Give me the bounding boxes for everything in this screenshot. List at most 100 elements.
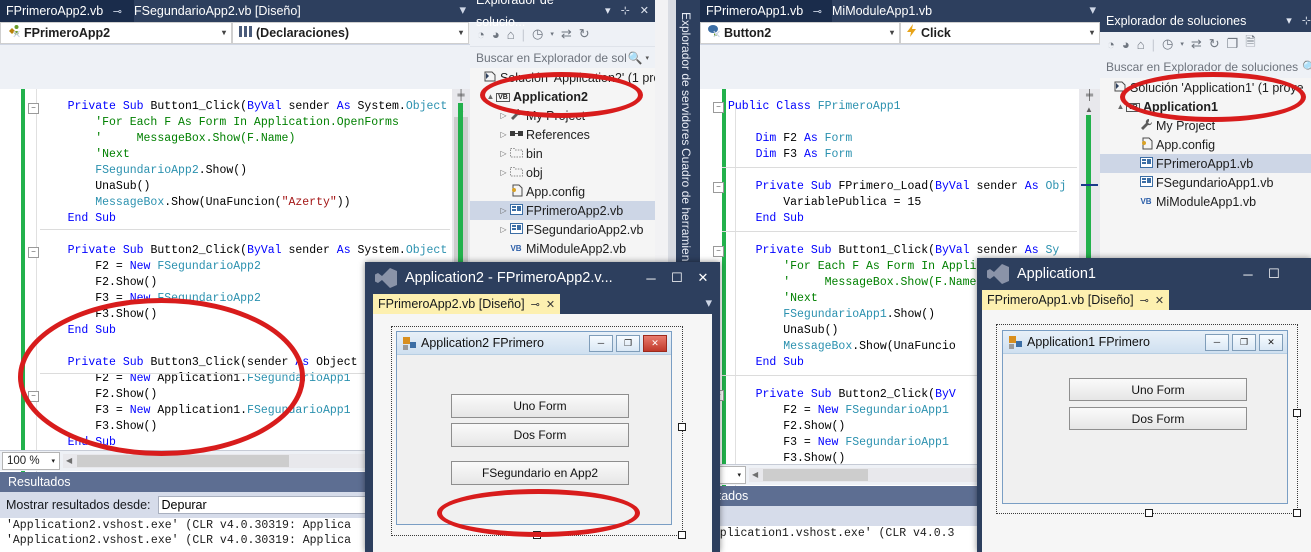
form-designer-surface-app1[interactable]: Application1 FPrimero ─ ❐ ✕ Uno Form Dos…	[982, 310, 1311, 552]
titlebar-application2[interactable]: Application2 - FPrimeroApp2.v... ─ ☐ ✕	[365, 262, 720, 294]
chevron-down-icon[interactable]: ▾	[1286, 10, 1292, 32]
close-icon[interactable]: ✕	[546, 298, 555, 311]
pin-icon[interactable]: ⊸	[113, 1, 122, 23]
pin-icon[interactable]: ⊹	[621, 0, 630, 22]
pin-icon[interactable]: ⊹	[1302, 10, 1311, 32]
scroll-left-icon[interactable]: ◀	[66, 456, 72, 465]
designer-tab-app1[interactable]: FPrimeroApp1.vb [Diseño] ⊸ ✕	[982, 290, 1170, 310]
chevron-down-icon[interactable]: ▾	[459, 2, 466, 18]
zoom-level-dropdown-left[interactable]: 100 % ▾	[2, 452, 60, 470]
home-icon[interactable]: ⌂	[507, 27, 515, 42]
maximize-button[interactable]: ☐	[664, 265, 690, 291]
minimize-button[interactable]: ─	[638, 265, 664, 291]
winform-minimize-button[interactable]: ─	[1205, 333, 1229, 351]
back-icon[interactable]: ◔	[477, 27, 485, 42]
back-icon[interactable]: ◔	[1107, 37, 1115, 52]
home-icon[interactable]: ⌂	[1137, 37, 1145, 52]
tab-mimoduleapp1[interactable]: MiModuleApp1.vb	[826, 0, 938, 22]
tab-fsegundarioapp2-design[interactable]: FSegundarioApp2.vb [Diseño]	[128, 0, 307, 22]
outline-collapse-icon[interactable]: −	[28, 247, 39, 258]
tab-fprimeroapp1[interactable]: FPrimeroApp1.vb ⊸ ✕	[700, 0, 832, 41]
forward-icon[interactable]: ◕	[1122, 37, 1130, 52]
event-dropdown-right[interactable]: Click ▾	[900, 22, 1100, 44]
resize-grip[interactable]	[678, 531, 686, 539]
resize-grip[interactable]	[678, 423, 686, 431]
designer-tab-app2[interactable]: FPrimeroApp2.vb [Diseño] ⊸ ✕	[373, 294, 561, 314]
pending-changes-icon[interactable]: ◷	[1162, 36, 1173, 52]
tab-fprimeroapp2[interactable]: FPrimeroApp2.vb ⊸ ✕	[0, 0, 134, 41]
tree-item-fprimeroapp2-vb[interactable]: ▷ FPrimeroApp2.vb	[470, 201, 655, 220]
collapse-icon[interactable]: ❐	[1227, 36, 1239, 52]
search-icon[interactable]: 🔍	[628, 51, 643, 65]
resize-grip[interactable]	[1293, 509, 1301, 517]
expander-icon[interactable]: ▷	[499, 111, 508, 120]
tree-item-fsegundarioapp1-vb[interactable]: FSegundarioApp1.vb	[1100, 173, 1311, 192]
expander-icon[interactable]: ▷	[499, 225, 508, 234]
dos-form-button-app2[interactable]: Dos Form	[451, 423, 629, 447]
resize-grip[interactable]	[1145, 509, 1153, 517]
scrollbar-thumb[interactable]	[763, 469, 868, 481]
winform-minimize-button[interactable]: ─	[589, 334, 613, 352]
chevron-down-icon[interactable]: ▾	[890, 22, 894, 44]
winform-maximize-button[interactable]: ❐	[1232, 333, 1256, 351]
tree-item-mimoduleapp1-vb[interactable]: VB MiModuleApp1.vb	[1100, 192, 1311, 211]
tree-item-obj[interactable]: ▷ obj	[470, 163, 655, 182]
pin-icon[interactable]: ⊸	[813, 1, 822, 23]
chevron-down-icon[interactable]: ▾	[459, 22, 463, 44]
tree-item-fsegundarioapp2-vb[interactable]: ▷ FSegundarioApp2.vb	[470, 220, 655, 239]
pending-changes-icon[interactable]: ◷	[532, 26, 543, 42]
dock-tab-toolbox[interactable]: Cuadro de herramien	[678, 142, 694, 267]
scroll-left-icon[interactable]: ◀	[752, 470, 758, 479]
chevron-down-icon[interactable]: ▾	[1089, 2, 1096, 18]
chevron-down-icon[interactable]: ▾	[1090, 22, 1094, 44]
split-view-icon[interactable]: ╪	[455, 90, 467, 102]
design-canvas-app1[interactable]: Application1 FPrimero ─ ❐ ✕ Uno Form Dos…	[996, 324, 1301, 517]
uno-form-button-app1[interactable]: Uno Form	[1069, 378, 1247, 401]
split-view-icon[interactable]: ╪	[1083, 90, 1096, 102]
expander-icon[interactable]: ▷	[499, 130, 508, 139]
scroll-up-icon[interactable]: ▲	[1084, 105, 1094, 115]
uno-form-button-app2[interactable]: Uno Form	[451, 394, 629, 418]
maximize-button[interactable]: ☐	[1261, 261, 1287, 287]
pin-icon[interactable]: ⊸	[1140, 294, 1149, 307]
tree-item-app-config[interactable]: App.config	[470, 182, 655, 201]
dos-form-button-app1[interactable]: Dos Form	[1069, 407, 1247, 430]
chevron-down-icon[interactable]: ▾	[51, 457, 55, 465]
winform-close-button[interactable]: ✕	[643, 334, 667, 352]
chevron-down-icon[interactable]: ▾	[605, 0, 611, 22]
refresh-icon[interactable]: ↻	[1209, 36, 1220, 52]
scrollbar-thumb[interactable]	[77, 455, 289, 467]
outline-collapse-icon[interactable]: −	[713, 182, 724, 193]
outline-collapse-icon[interactable]: −	[713, 246, 724, 257]
search-icon[interactable]: 🔍	[1302, 60, 1311, 74]
object-dropdown-right[interactable]: Button2 ▾	[700, 22, 900, 44]
sync-icon[interactable]: ⇄	[1191, 36, 1202, 52]
tree-item-references[interactable]: ▷ References	[470, 125, 655, 144]
type-dropdown-left[interactable]: FPrimeroApp2 ▾	[0, 22, 232, 44]
pin-icon[interactable]: ⊸	[531, 298, 540, 311]
winform-preview-app1[interactable]: Application1 FPrimero ─ ❐ ✕ Uno Form Dos…	[1002, 330, 1288, 504]
close-button[interactable]: ✕	[690, 265, 716, 291]
resize-grip[interactable]	[1293, 409, 1301, 417]
titlebar-application1[interactable]: Application1 ─ ☐	[977, 258, 1311, 290]
refresh-icon[interactable]: ↻	[579, 26, 590, 42]
properties-icon[interactable]: 🗎	[1245, 33, 1255, 55]
close-icon[interactable]: ✕	[640, 0, 649, 22]
member-dropdown-left[interactable]: (Declaraciones) ▾	[232, 22, 469, 44]
close-icon[interactable]: ✕	[1155, 294, 1164, 307]
fsegundario-app2-button[interactable]: FSegundario en App2	[451, 461, 629, 485]
chevron-down-icon[interactable]: ▾	[550, 30, 554, 38]
chevron-down-icon[interactable]: ▾	[1180, 40, 1184, 48]
winform-close-button[interactable]: ✕	[1259, 333, 1283, 351]
outline-collapse-icon[interactable]: −	[713, 102, 724, 113]
sync-icon[interactable]: ⇄	[561, 26, 572, 42]
tree-item-mimoduleapp2-vb[interactable]: VB MiModuleApp2.vb	[470, 239, 655, 258]
forward-icon[interactable]: ◕	[492, 27, 500, 42]
tree-item-bin[interactable]: ▷ bin	[470, 144, 655, 163]
expander-icon[interactable]: ▷	[499, 149, 508, 158]
chevron-down-icon[interactable]: ▾	[222, 22, 226, 44]
minimize-button[interactable]: ─	[1235, 261, 1261, 287]
winform-maximize-button[interactable]: ❐	[616, 334, 640, 352]
chevron-down-icon[interactable]: ▾	[645, 54, 649, 62]
chevron-down-icon[interactable]: ▾	[737, 471, 741, 479]
